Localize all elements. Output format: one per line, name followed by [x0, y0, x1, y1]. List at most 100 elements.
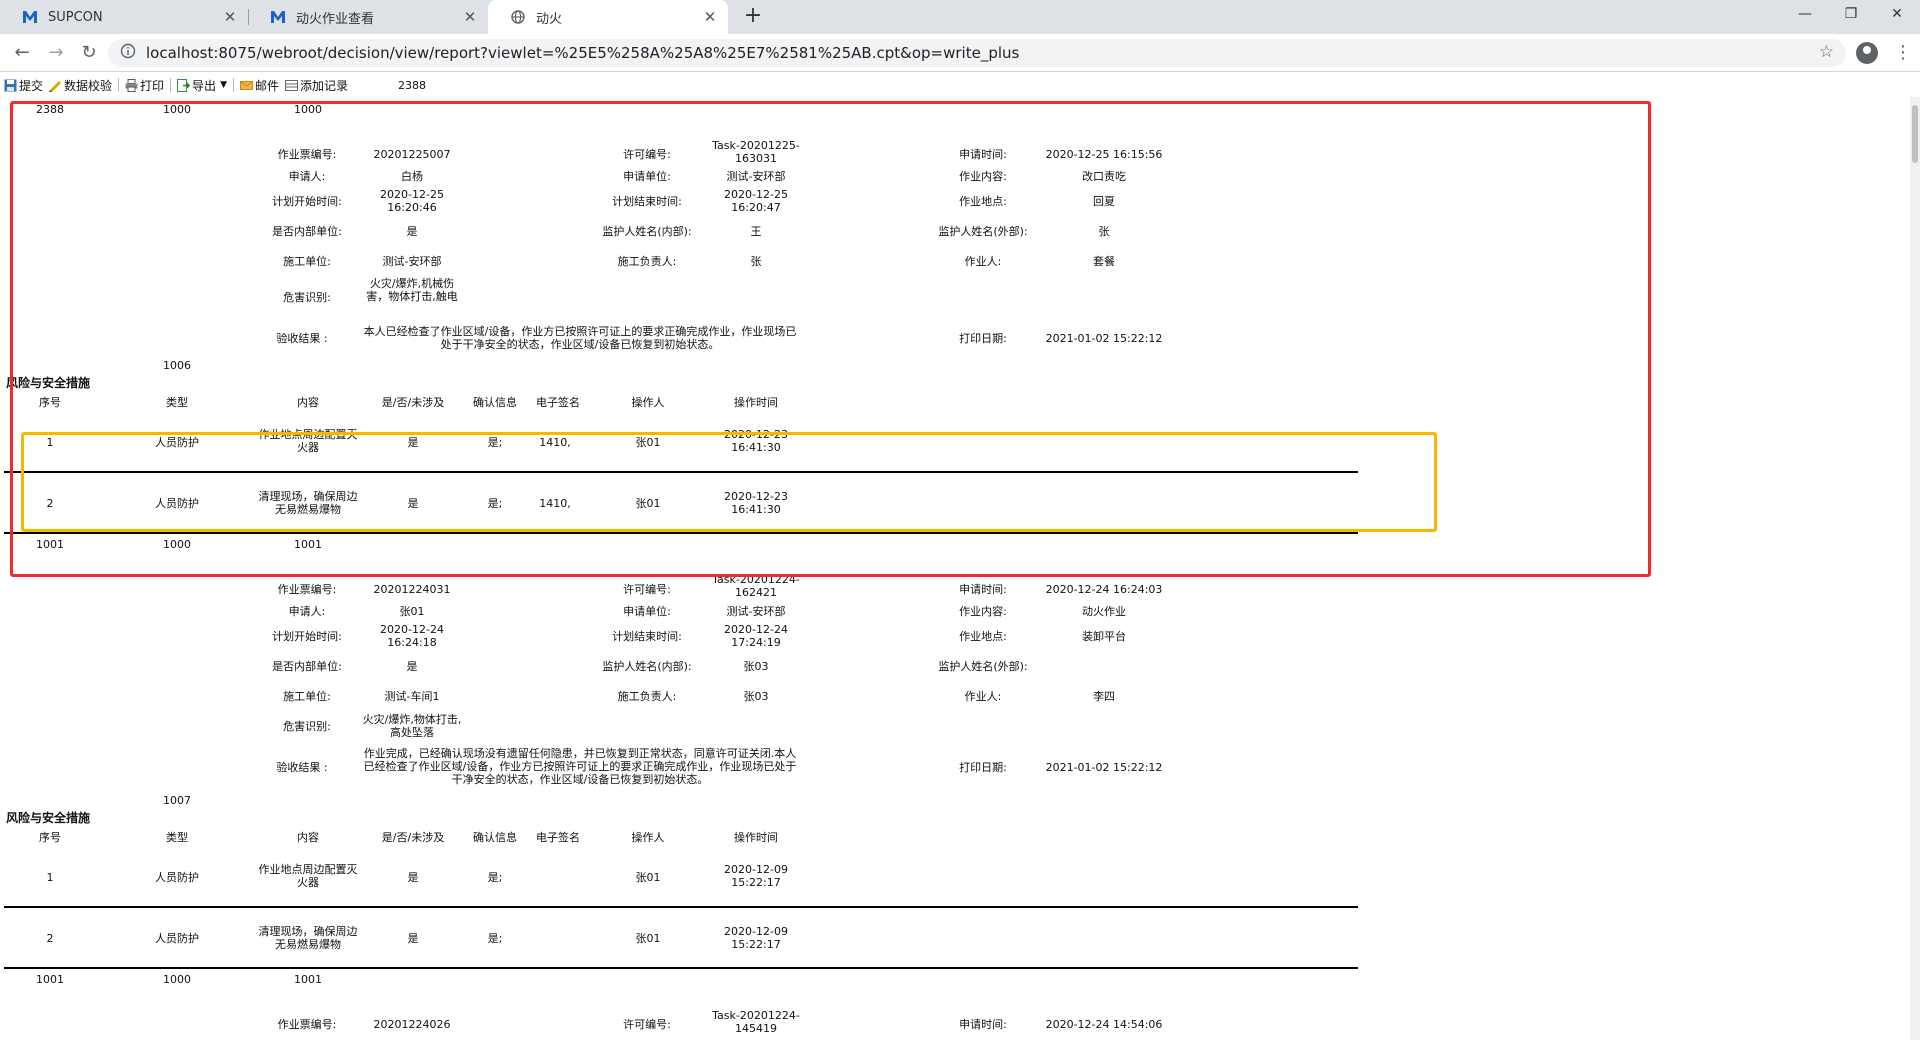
apply-time-value: 2020-12-24 14:54:06	[1045, 1018, 1163, 1031]
close-window-icon[interactable]: ✕	[1874, 0, 1920, 30]
row-operator: 张01	[635, 932, 661, 945]
export-button[interactable]: 导出 ▼	[177, 77, 227, 94]
minimize-icon[interactable]: —	[1782, 0, 1828, 30]
back-arrow-icon[interactable]: ←	[8, 40, 36, 66]
row-no: 1	[46, 871, 54, 884]
col-header-yes: 是/否/未涉及	[381, 831, 445, 844]
add-record-label: 添加记录	[300, 78, 349, 93]
cell-number: 1007	[163, 794, 191, 807]
hazard-value: 火灾/爆炸,物体打击,高处坠落	[362, 713, 462, 739]
reload-icon[interactable]: ↻	[75, 40, 103, 66]
plan-start-label: 计划开始时间:	[272, 630, 342, 643]
tab-label: 动火作业查看	[296, 11, 375, 27]
plan-end-value: 2020-12-24 17:24:19	[724, 623, 788, 649]
acceptance-value: 作业完成，已经确认现场没有遗留任何隐患，并已恢复到正常状态，同意许可证关闭.本人…	[363, 747, 797, 786]
globe-icon	[510, 9, 526, 25]
ticket-no-label: 作业票编号:	[277, 1018, 337, 1031]
ticket-no-value: 20201224026	[373, 1018, 451, 1031]
validate-button[interactable]: 数据校验	[49, 77, 112, 94]
vertical-scrollbar[interactable]	[1910, 97, 1920, 1040]
worker-value: 李四	[1093, 690, 1115, 703]
add-record-icon	[285, 79, 298, 91]
row-content: 作业地点周边配置灭火器	[258, 863, 358, 889]
apply-time-label: 申请时间:	[959, 1018, 1007, 1031]
menu-kebab-icon[interactable]: ⋮	[1894, 40, 1912, 66]
guardian-internal-label: 监护人姓名(内部):	[602, 660, 692, 673]
info-icon[interactable]	[120, 43, 136, 63]
toolbar-divider	[118, 78, 120, 92]
plan-start-value: 2020-12-24 16:24:18	[380, 623, 444, 649]
export-icon	[177, 78, 191, 92]
printer-icon	[125, 78, 138, 92]
mail-icon	[239, 80, 253, 90]
col-header-content: 内容	[297, 831, 319, 844]
construction-lead-value: 张03	[743, 690, 769, 703]
hazard-label: 危害识别:	[283, 720, 331, 733]
row-no: 2	[46, 932, 54, 945]
close-icon[interactable]: ✕	[702, 8, 718, 26]
restore-icon[interactable]: ❐	[1828, 0, 1874, 30]
print-date-value: 2021-01-02 15:22:12	[1045, 761, 1163, 774]
section-title: 风险与安全措施	[6, 811, 91, 825]
work-location-label: 作业地点:	[959, 630, 1007, 643]
row-type: 人员防护	[155, 932, 199, 945]
scrollbar-thumb[interactable]	[1912, 105, 1918, 163]
ticket-no-value: 20201224031	[373, 583, 451, 596]
submit-button[interactable]: 提交	[4, 77, 43, 94]
row-time: 2020-12-09 15:22:17	[724, 863, 788, 889]
tab-label: SUPCON	[48, 9, 103, 25]
col-header-type: 类型	[166, 831, 188, 844]
work-content-value: 动火作业	[1082, 605, 1126, 618]
tab-fire[interactable]: 动火 ✕	[488, 0, 728, 34]
add-record-button[interactable]: 添加记录	[285, 77, 348, 94]
col-header-confirm: 确认信息	[473, 831, 517, 844]
apply-time-value: 2020-12-24 16:24:03	[1045, 583, 1163, 596]
report-toolbar: 提交 数据校验 打印 导出 ▼ 邮件 添加记录 2388	[0, 73, 1920, 97]
address-bar: ← → ↻ localhost:8075/webroot/decision/vi…	[0, 34, 1920, 72]
url-input[interactable]: localhost:8075/webroot/decision/view/rep…	[108, 39, 1846, 67]
applicant-value: 张01	[399, 605, 425, 618]
validate-label: 数据校验	[64, 78, 113, 93]
tab-fire-work-view[interactable]: 动火作业查看 ✕	[248, 0, 488, 34]
close-icon[interactable]: ✕	[222, 8, 238, 26]
worker-label: 作业人:	[964, 690, 1002, 703]
forward-arrow-icon[interactable]: →	[42, 40, 70, 66]
check-pen-icon	[49, 80, 62, 92]
row-confirm: 是;	[487, 932, 503, 945]
submit-label: 提交	[19, 78, 44, 93]
bookmark-star-icon[interactable]: ☆	[1819, 42, 1834, 62]
cell-number: 1001	[294, 973, 322, 986]
construction-lead-label: 施工负责人:	[617, 690, 677, 703]
row-content: 清理现场，确保周边无易燃易爆物	[258, 925, 358, 951]
row-operator: 张01	[635, 871, 661, 884]
m-logo-icon	[22, 9, 38, 25]
col-header-operator: 操作人	[631, 831, 665, 844]
acceptance-label: 验收结果 :	[276, 761, 328, 774]
guardian-internal-value: 张03	[743, 660, 769, 673]
col-header-no: 序号	[39, 831, 61, 844]
row-type: 人员防护	[155, 871, 199, 884]
work-content-label: 作业内容:	[959, 605, 1007, 618]
print-date-label: 打印日期:	[959, 761, 1007, 774]
row-yes: 是	[407, 932, 419, 945]
print-button[interactable]: 打印	[125, 77, 164, 94]
apply-unit-value: 测试-安环部	[726, 605, 786, 618]
cell-number: 1000	[163, 973, 191, 986]
mail-button[interactable]: 邮件	[239, 77, 279, 94]
col-header-sign: 电子签名	[536, 831, 580, 844]
tab-supcon[interactable]: SUPCON ✕	[0, 0, 248, 34]
profile-avatar-icon[interactable]	[1856, 42, 1878, 64]
close-icon[interactable]: ✕	[462, 8, 478, 26]
apply-unit-label: 申请单位:	[623, 605, 671, 618]
cell-number: 1001	[36, 973, 64, 986]
is-internal-label: 是否内部单位:	[272, 660, 342, 673]
new-tab-button[interactable]: +	[740, 4, 766, 30]
page-number: 2388	[398, 78, 427, 92]
toolbar-divider	[170, 78, 172, 92]
highlight-box-yellow	[21, 432, 1437, 532]
chevron-down-icon[interactable]: ▼	[220, 80, 227, 90]
permit-no-value: Task-20201224-145419	[712, 1009, 800, 1035]
row-confirm: 是;	[487, 871, 503, 884]
plan-end-label: 计划结束时间:	[612, 630, 682, 643]
save-icon	[4, 79, 17, 91]
